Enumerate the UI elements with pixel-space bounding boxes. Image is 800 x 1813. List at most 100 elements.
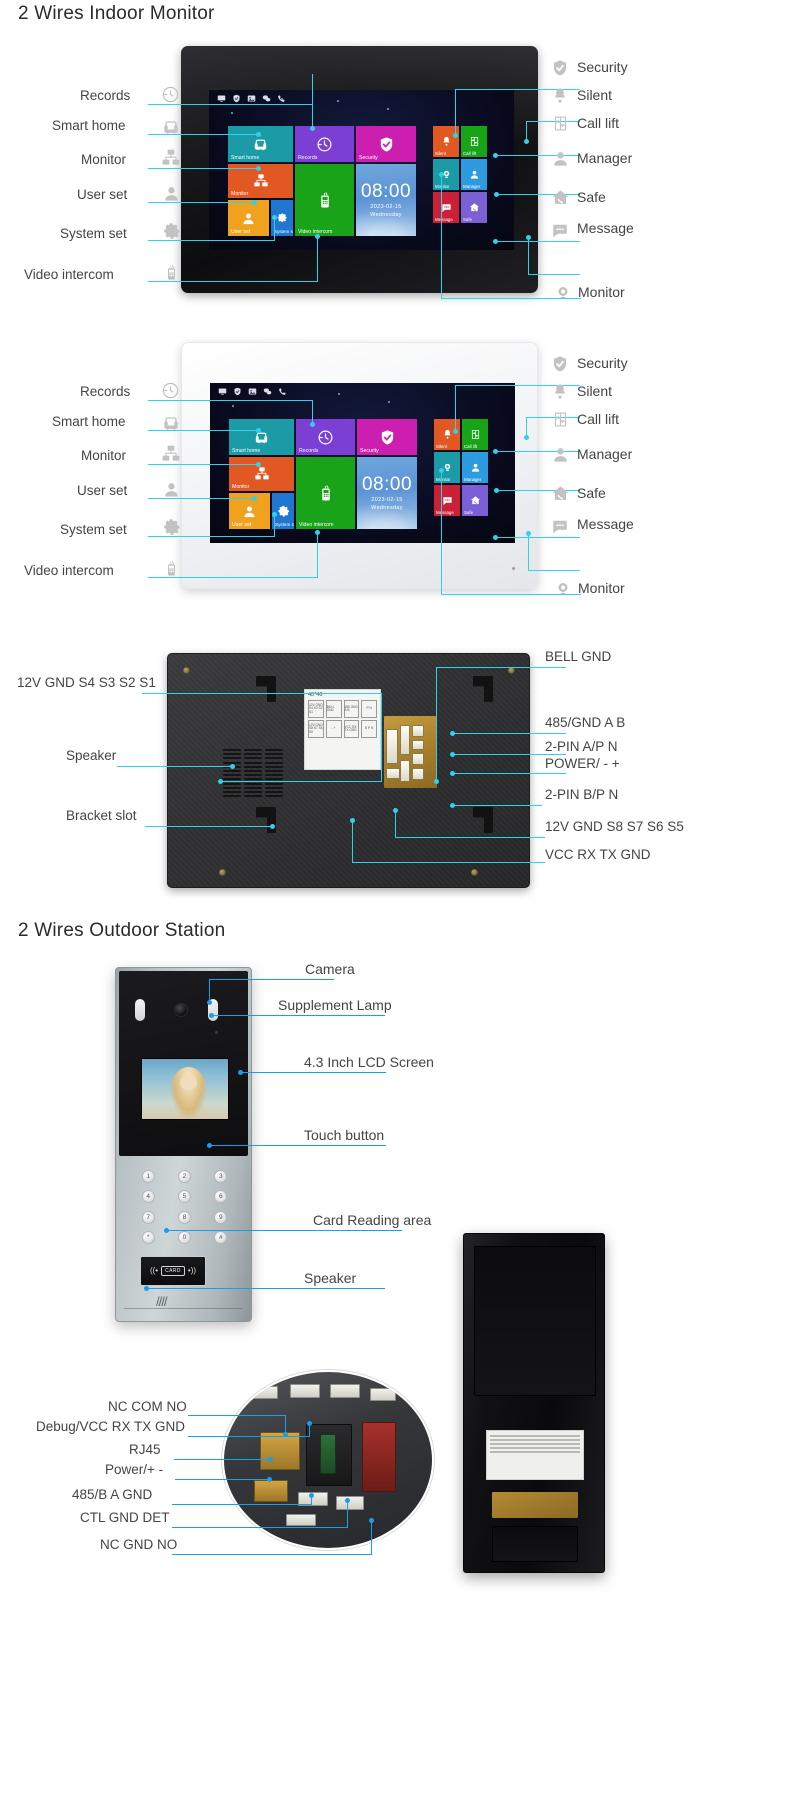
tile-label: Records [298, 154, 318, 161]
phone-icon [277, 94, 286, 103]
leader-bell-gnd [436, 667, 566, 668]
key-8[interactable]: 8 [177, 1210, 191, 1224]
sofa-icon [252, 136, 269, 153]
user-icon [241, 211, 256, 226]
key-3[interactable]: 3 [214, 1169, 228, 1183]
leader-speaker-outdoor [146, 1288, 385, 1289]
key-5[interactable]: 5 [177, 1190, 191, 1204]
message-icon [551, 517, 569, 535]
speaker-grill-col [265, 749, 283, 798]
tile-smart-home[interactable]: Smart home [228, 126, 293, 162]
microphone-icon [215, 1031, 218, 1034]
chat-icon [263, 387, 272, 396]
connector-12v-gnd-s4s1 [386, 729, 398, 764]
tile-security[interactable]: Security [356, 126, 416, 162]
leader-bell-gnd-v [436, 667, 437, 781]
tile-monitor[interactable]: Monitor [229, 457, 294, 491]
pcb-closeup-circle [222, 1370, 434, 1550]
leader-12v-gnd-s4s1-v [381, 693, 382, 781]
tile-safe[interactable]: Safe [462, 485, 488, 516]
key-2[interactable]: 2 [177, 1169, 191, 1183]
tile-system-set[interactable]: System set [272, 493, 294, 529]
network-icon [254, 466, 270, 482]
leader-dot-user-set-w [252, 496, 257, 501]
screw-icon [471, 869, 478, 876]
tile-safe[interactable]: Safe [461, 192, 487, 223]
key-7[interactable]: 7 [141, 1210, 155, 1224]
label-records-w: Records [80, 384, 131, 399]
tile-side-monitor[interactable]: Monitor [433, 159, 459, 190]
leader-dot-smart-home-w [256, 428, 261, 433]
star-decor [232, 405, 234, 407]
tile-clock[interactable]: 08:00 2023-02-15 Wednesday [357, 457, 417, 529]
tile-message[interactable]: Message [433, 192, 459, 223]
tile-call-lift[interactable]: Call lift [461, 126, 487, 157]
leader-security-w-v [455, 385, 456, 431]
key-star[interactable]: * [141, 1231, 155, 1245]
label-manager: Manager [577, 150, 633, 166]
monitor-icon [218, 387, 227, 396]
connector-12v-gnd-s8s5 [386, 768, 400, 779]
key-1[interactable]: 1 [141, 1169, 155, 1183]
camera-icon [174, 1003, 188, 1017]
leader-silent-v [526, 121, 527, 141]
lift-icon [470, 429, 481, 440]
home-tile-grid: Smart home Records Security Monitor Vide… [229, 419, 417, 529]
tile-silent[interactable]: Silent [434, 419, 460, 450]
tile-records[interactable]: Records [295, 126, 354, 162]
radio-icon [317, 484, 335, 502]
picture-icon [248, 387, 257, 396]
leader-camera [209, 979, 334, 980]
leader-silent-w-v [526, 417, 527, 437]
tile-manager[interactable]: Manager [461, 159, 487, 190]
shield-icon [378, 136, 395, 153]
spec-sticker: 40*40 12V GND S4 S3 S2 S1 BELL GND 485 G… [304, 689, 381, 770]
tile-manager[interactable]: Manager [462, 452, 488, 483]
shield-icon [551, 355, 569, 373]
star-decor [338, 393, 340, 395]
label-system-set-w: System set [60, 522, 127, 537]
key-4[interactable]: 4 [141, 1190, 155, 1204]
leader-records-v2 [312, 104, 313, 128]
leader-monitor [148, 168, 258, 169]
label-power-pm: Power/+ - [105, 1462, 164, 1477]
tile-user-set[interactable]: User set [228, 200, 269, 236]
manager-icon [551, 445, 570, 464]
label-vcc-rx-tx-gnd: VCC RX TX GND [545, 847, 651, 862]
tile-clock[interactable]: 08:00 2023-02-15 Wednesday [356, 164, 416, 236]
tile-smart-home[interactable]: Smart home [229, 419, 294, 455]
leader-dot-touch-button [207, 1143, 212, 1148]
leader-dot-supplement-lamp [209, 1013, 214, 1018]
key-9[interactable]: 9 [214, 1210, 228, 1224]
gear-icon [162, 222, 181, 241]
tile-label: Monitor [435, 183, 450, 189]
key-hash[interactable]: # [214, 1231, 228, 1245]
label-camera: Camera [305, 961, 355, 977]
card-reading-area[interactable]: ((• CARD •)) [140, 1256, 206, 1286]
label-smart-home: Smart home [52, 118, 126, 133]
key-6[interactable]: 6 [214, 1190, 228, 1204]
cloud-decor [356, 207, 416, 236]
label-video-intercom-w: Video intercom [24, 563, 114, 578]
label-speaker-back: Speaker [66, 748, 117, 763]
leader-dot-12v-gnd-s4s1 [218, 779, 223, 784]
connector-2pin-ap-n [412, 740, 424, 750]
tile-security[interactable]: Security [357, 419, 417, 455]
safe-home-icon [469, 202, 480, 213]
key-0[interactable]: 0 [177, 1231, 191, 1245]
tile-video-intercom[interactable]: Video intercom [295, 164, 354, 236]
label-485-b-a-gnd: 485/B A GND [72, 1487, 153, 1502]
tile-records[interactable]: Records [296, 419, 355, 455]
leader-monitor-w [148, 464, 258, 465]
gear-icon [276, 212, 289, 225]
label-silent-w: Silent [577, 383, 613, 399]
tile-call-lift[interactable]: Call lift [462, 419, 488, 450]
leader-nc-com-no [188, 1415, 286, 1416]
tile-message[interactable]: Message [434, 485, 460, 516]
tile-side-monitor[interactable]: Monitor [434, 452, 460, 483]
leader-smart-home [148, 134, 258, 135]
leader-safe-w [495, 537, 580, 538]
manager-icon [470, 462, 481, 473]
indoor-monitor-section-title: 2 Wires Indoor Monitor [18, 3, 215, 24]
tile-video-intercom[interactable]: Video intercom [296, 457, 355, 529]
